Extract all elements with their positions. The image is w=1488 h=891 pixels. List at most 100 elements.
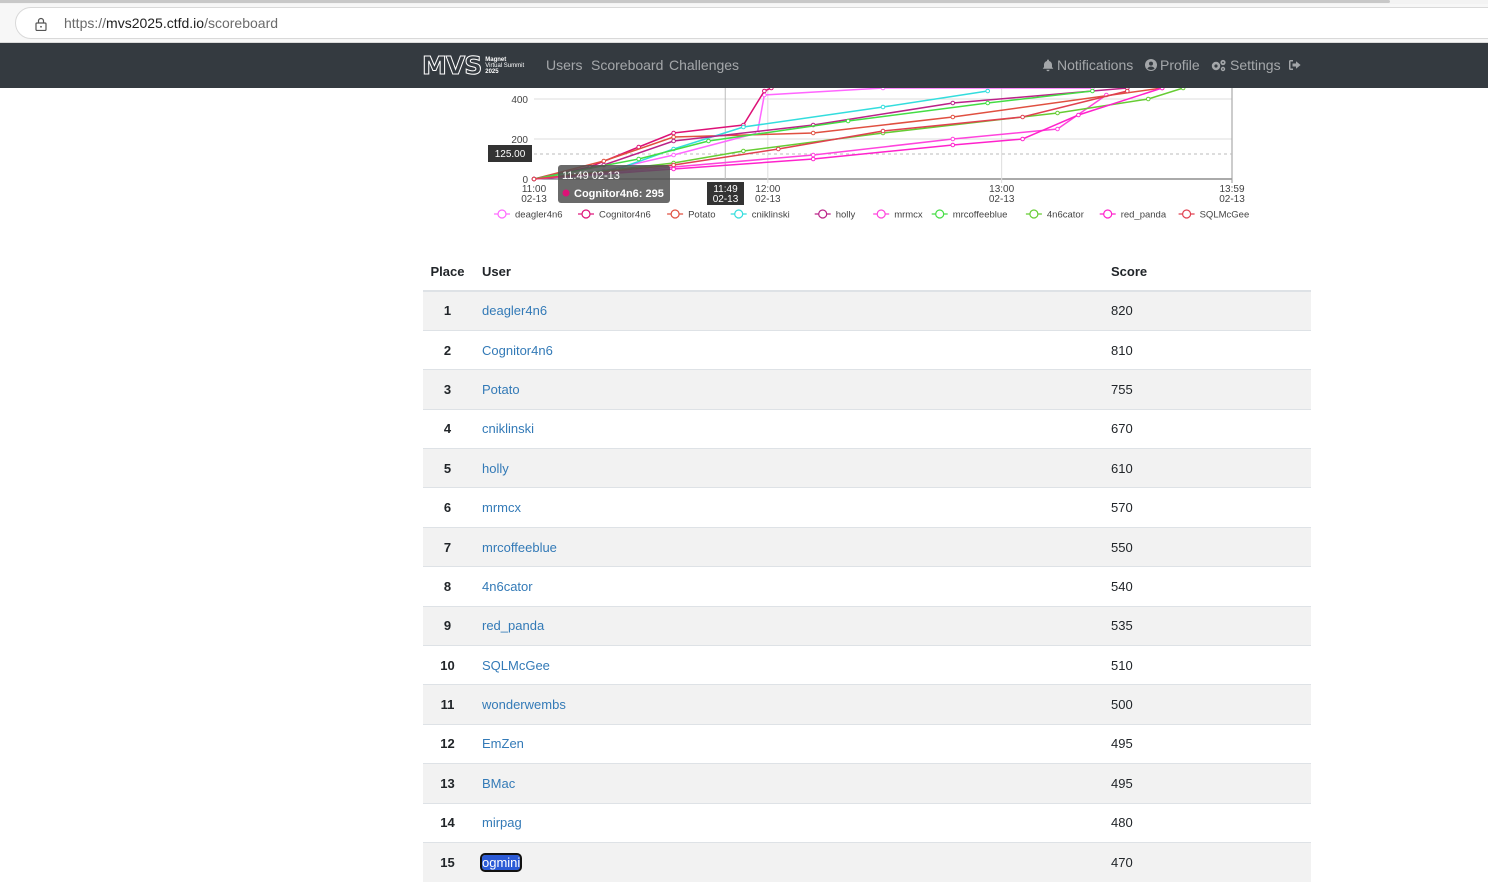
place-cell: 9 <box>423 605 472 646</box>
place-cell: 2 <box>423 329 472 370</box>
legend-marker-icon[interactable] <box>581 209 591 219</box>
mvs-logo[interactable]: MVS Magnet Virtual Summit 2025 <box>421 51 524 80</box>
place-cell: 4 <box>423 408 472 449</box>
user-link[interactable]: Cognitor4n6 <box>482 343 553 358</box>
nav-scoreboard[interactable]: Scoreboard <box>591 57 663 73</box>
data-point <box>671 130 676 136</box>
legend-marker-icon[interactable] <box>1029 209 1039 219</box>
place-cell: 12 <box>423 723 472 764</box>
scoreboard-table: Place User Score 1 deagler4n6 820 2 Cognitor… <box>423 252 1311 882</box>
legend-item-red_panda[interactable]: red_panda <box>1121 210 1167 221</box>
legend-item-Potato[interactable]: Potato <box>688 210 715 221</box>
legend-item-mrcoffeeblue[interactable]: mrcoffeeblue <box>953 210 1008 221</box>
url-host: mvs2025.ctfd.io <box>106 15 205 31</box>
data-point <box>985 88 991 94</box>
address-bar[interactable]: https://mvs2025.ctfd.io/scoreboard <box>15 7 1488 39</box>
user-link[interactable]: wonderwembs <box>482 697 566 712</box>
user-cell: 4n6cator <box>472 566 1111 607</box>
legend-marker-icon[interactable] <box>935 209 945 219</box>
x-tick-label: 02-13 <box>521 194 547 205</box>
header-user[interactable]: User <box>472 252 1111 292</box>
nav-users[interactable]: Users <box>546 57 583 73</box>
data-point <box>671 134 676 140</box>
nav-settings[interactable]: Settings <box>1210 57 1281 73</box>
user-link[interactable]: mrcoffeeblue <box>482 540 557 555</box>
data-point <box>671 152 676 158</box>
legend-item-cniklinski[interactable]: cniklinski <box>752 210 790 221</box>
user-circle-icon <box>1145 59 1157 71</box>
data-point <box>636 156 641 162</box>
table-row: 13 BMac 495 <box>423 763 1311 804</box>
user-link[interactable]: ogmini <box>479 852 523 872</box>
legend-item-SQLMcGee[interactable]: SQLMcGee <box>1200 210 1250 221</box>
user-link[interactable]: Potato <box>482 382 520 397</box>
data-point <box>810 130 816 136</box>
url-text[interactable]: https://mvs2025.ctfd.io/scoreboard <box>64 15 278 31</box>
y-tick-label: 200 <box>511 135 528 146</box>
nav-notifications[interactable]: Notifications <box>1042 57 1133 73</box>
legend-marker-icon[interactable] <box>1181 209 1192 219</box>
legend-marker-icon[interactable] <box>670 209 680 219</box>
legend-marker-icon[interactable] <box>497 209 507 219</box>
legend-item-deagler4n6[interactable]: deagler4n6 <box>515 210 563 221</box>
logout-button[interactable] <box>1288 59 1302 71</box>
user-link[interactable]: EmZen <box>482 736 524 751</box>
tooltip-value: Cognitor4n6: 295 <box>574 188 664 200</box>
score-cell: 550 <box>1111 526 1311 567</box>
user-link[interactable]: holly <box>482 461 509 476</box>
header-place[interactable]: Place <box>423 252 472 292</box>
tooltip-marker <box>562 189 570 197</box>
data-point <box>950 100 956 106</box>
data-point <box>1076 112 1081 118</box>
data-point <box>1055 126 1060 132</box>
data-point <box>706 138 711 144</box>
nav-profile[interactable]: Profile <box>1145 57 1200 73</box>
table-row: 6 mrmcx 570 <box>423 487 1311 528</box>
data-point <box>950 142 956 148</box>
table-header: Place User Score <box>423 252 1311 292</box>
user-cell: mrcoffeeblue <box>472 526 1111 567</box>
logo-text: MVS <box>421 51 482 80</box>
data-point <box>845 118 851 124</box>
score-cell: 495 <box>1111 723 1311 764</box>
legend-marker-icon[interactable] <box>876 209 886 219</box>
user-link[interactable]: SQLMcGee <box>482 658 550 673</box>
bell-icon <box>1042 59 1054 71</box>
score-cell: 470 <box>1111 841 1311 882</box>
legend-marker-icon[interactable] <box>1103 209 1113 219</box>
place-cell: 11 <box>423 684 472 725</box>
user-link[interactable]: cniklinski <box>482 421 534 436</box>
user-link[interactable]: mrmcx <box>482 500 521 515</box>
legend-marker-icon[interactable] <box>818 209 828 219</box>
user-cell: mrmcx <box>472 487 1111 528</box>
header-score[interactable]: Score <box>1111 252 1311 292</box>
legend-item-mrmcx[interactable]: mrmcx <box>894 210 923 221</box>
legend-marker-icon[interactable] <box>734 209 744 219</box>
place-cell: 3 <box>423 369 472 410</box>
data-point <box>671 166 676 172</box>
user-link[interactable]: BMac <box>482 776 515 791</box>
legend-item-Cognitor4n6[interactable]: Cognitor4n6 <box>599 210 651 221</box>
user-link[interactable]: 4n6cator <box>482 579 533 594</box>
user-link[interactable]: deagler4n6 <box>482 303 547 318</box>
table-row: 8 4n6cator 540 <box>423 566 1311 607</box>
x-tick-label: 02-13 <box>1219 194 1245 205</box>
table-row: 3 Potato 755 <box>423 369 1311 410</box>
user-link[interactable]: red_panda <box>482 618 544 633</box>
notifications-label: Notifications <box>1057 57 1134 73</box>
data-point <box>1020 114 1025 120</box>
data-point <box>762 88 767 94</box>
legend-item-holly[interactable]: holly <box>836 210 856 221</box>
score-chart[interactable]: 020040011:0002-1312:0002-1313:0002-1313:… <box>480 88 1260 228</box>
data-point <box>741 124 746 130</box>
lock-icon[interactable] <box>35 17 47 31</box>
data-point <box>671 162 676 168</box>
score-cell: 535 <box>1111 605 1311 646</box>
table-row: 5 holly 610 <box>423 448 1311 488</box>
data-point <box>950 136 956 142</box>
data-point <box>985 100 991 106</box>
legend-item-4n6cator[interactable]: 4n6cator <box>1047 210 1084 221</box>
user-link[interactable]: mirpag <box>482 815 522 830</box>
nav-challenges[interactable]: Challenges <box>669 57 739 73</box>
logo-line: 2025 <box>485 69 499 75</box>
